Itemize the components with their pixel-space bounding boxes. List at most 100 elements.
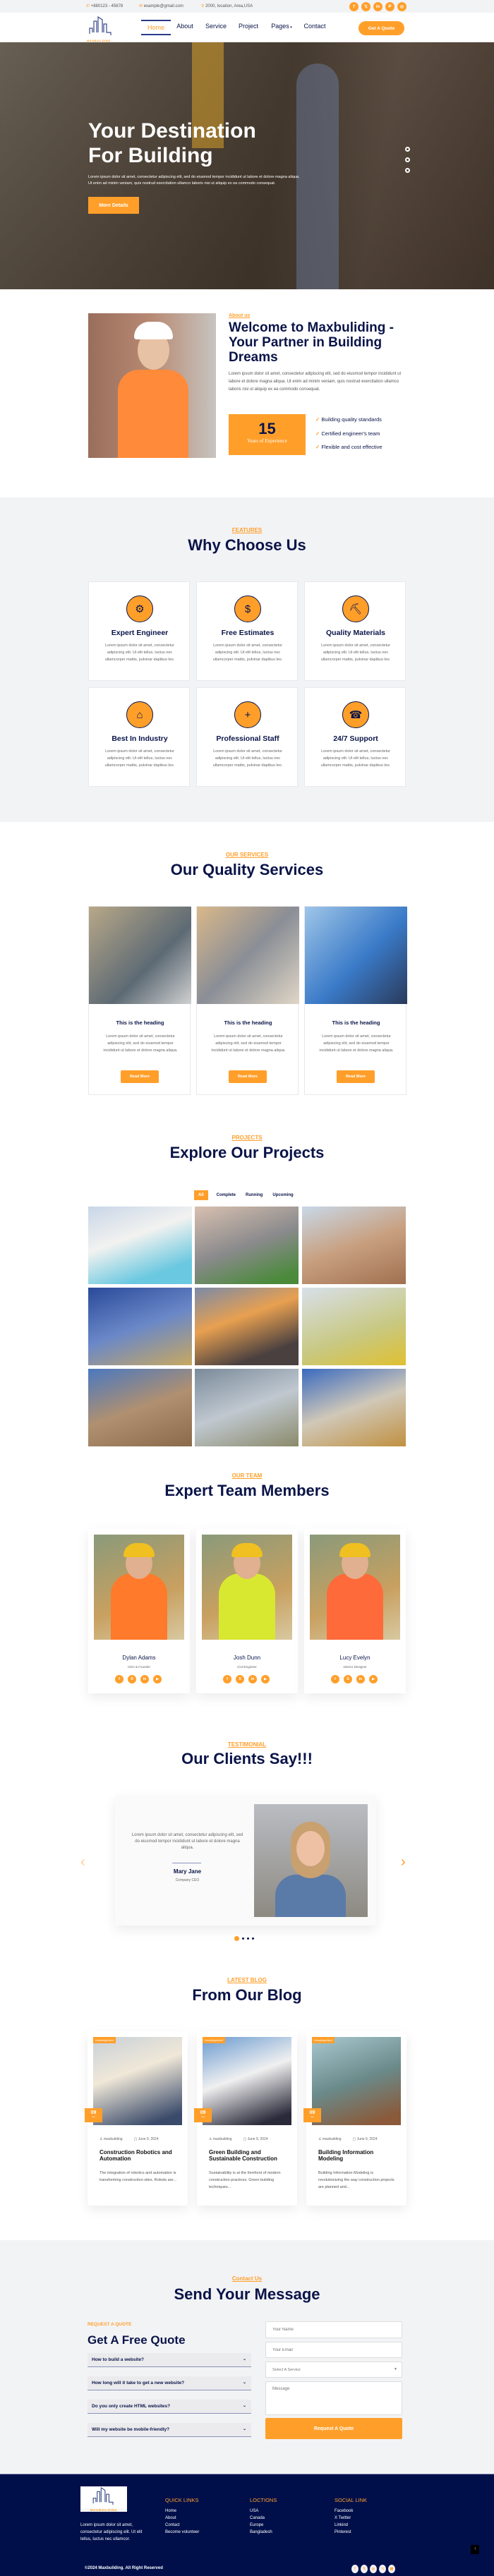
filter-upcoming[interactable]: Upcoming: [271, 1190, 294, 1200]
pinterest-icon[interactable]: P: [385, 2, 394, 11]
nav-item-home[interactable]: Home: [141, 20, 171, 35]
facebook-icon[interactable]: f: [331, 1675, 339, 1683]
name-input[interactable]: [265, 2321, 402, 2338]
footer-link[interactable]: Canada: [250, 2516, 327, 2523]
footer-link[interactable]: Contact: [165, 2523, 243, 2530]
footer-link[interactable]: Bangladesh: [250, 2530, 327, 2537]
youtube-icon[interactable]: ▶: [261, 1675, 270, 1683]
category-badge[interactable]: Uncategorized: [312, 2037, 335, 2043]
slider-dot[interactable]: [234, 1936, 239, 1941]
blog-image[interactable]: [93, 2037, 182, 2125]
project-image[interactable]: [88, 1369, 192, 1446]
linkedin-icon[interactable]: in: [140, 1675, 149, 1683]
footer-link[interactable]: Home: [165, 2509, 243, 2516]
filter-running[interactable]: Running: [244, 1190, 264, 1200]
filter-complete[interactable]: Complete: [215, 1190, 237, 1200]
blog-image[interactable]: [203, 2037, 291, 2125]
calendar-icon[interactable]: ▦: [388, 2565, 395, 2573]
filter-all[interactable]: All: [194, 1190, 208, 1200]
post-title[interactable]: Building Information Modeling: [318, 2149, 399, 2162]
slider-dot[interactable]: [405, 147, 410, 152]
service-select[interactable]: Select A Service ▼: [265, 2362, 402, 2378]
feature-text: Lorem ipsum dolor sit amet, consectetur …: [212, 643, 283, 662]
faq-item[interactable]: Will my website be mobile-friendly? ⌄: [88, 2423, 251, 2437]
skype-icon[interactable]: S: [344, 1675, 352, 1683]
read-more-button[interactable]: Read More: [121, 1070, 159, 1083]
footer-link[interactable]: Facebook: [335, 2509, 412, 2516]
read-more-button[interactable]: Read More: [229, 1070, 267, 1083]
footer-link[interactable]: Linkind: [335, 2523, 412, 2530]
github-icon[interactable]: ⌥: [379, 2565, 386, 2573]
slider-dot[interactable]: [252, 1937, 254, 1940]
footer-link[interactable]: X Twitter: [335, 2516, 412, 2523]
facebook-icon[interactable]: f: [351, 2565, 359, 2573]
post-title[interactable]: Construction Robotics and Automation: [100, 2149, 181, 2162]
faq-item[interactable]: How long will it take to get a new websi…: [88, 2376, 251, 2390]
instagram-icon[interactable]: ◎: [397, 2, 406, 11]
skype-icon[interactable]: S: [236, 1675, 244, 1683]
post-title[interactable]: Green Building and Sustainable Construct…: [209, 2149, 290, 2162]
nav-item-contact[interactable]: Contact: [299, 20, 330, 35]
footer-link[interactable]: USA: [250, 2509, 327, 2516]
get-a-quote-button[interactable]: Get A Quote: [359, 21, 404, 35]
x-icon[interactable]: 𝕏: [361, 2565, 368, 2573]
email-text[interactable]: example@gmail.com: [144, 4, 183, 8]
post-author[interactable]: maxbuilding: [213, 2137, 232, 2141]
footer-link[interactable]: Become volunteer: [165, 2530, 243, 2537]
faq-question: Will my website be mobile-friendly?: [92, 2427, 170, 2432]
category-badge[interactable]: Uncategorized: [93, 2037, 116, 2043]
location-text: 2000, location, Area,USA: [205, 4, 253, 8]
project-image[interactable]: [195, 1207, 299, 1284]
more-details-button[interactable]: More Details: [88, 197, 139, 214]
x-icon[interactable]: 𝕏: [361, 2, 370, 11]
email-input[interactable]: [265, 2342, 402, 2358]
blog-image[interactable]: [312, 2037, 401, 2125]
project-image[interactable]: [195, 1288, 299, 1365]
facebook-icon[interactable]: f: [223, 1675, 231, 1683]
nav-item-project[interactable]: Project: [233, 20, 264, 35]
youtube-icon[interactable]: ▶: [369, 1675, 378, 1683]
project-image[interactable]: [195, 1369, 299, 1446]
project-image[interactable]: [302, 1207, 406, 1284]
next-arrow-icon[interactable]: ›: [401, 1854, 406, 1870]
slider-dot[interactable]: [405, 157, 410, 162]
nav-item-label: Contact: [303, 23, 326, 30]
footer-link[interactable]: Europe: [250, 2523, 327, 2530]
category-badge[interactable]: Uncategorized: [203, 2037, 225, 2043]
message-textarea[interactable]: [265, 2381, 402, 2415]
skype-icon[interactable]: S: [128, 1675, 136, 1683]
nav-item-pages[interactable]: Pages ▾: [264, 20, 299, 35]
nav-item-about[interactable]: About: [171, 20, 199, 35]
back-to-top-button[interactable]: ↑: [471, 2545, 479, 2554]
footer-column-title: SOCIAL LINK: [335, 2497, 367, 2503]
project-image[interactable]: [302, 1369, 406, 1446]
project-image[interactable]: [88, 1207, 192, 1284]
instagram-icon[interactable]: ◎: [370, 2565, 377, 2573]
post-author[interactable]: maxbuilding: [323, 2137, 342, 2141]
footer-logo[interactable]: MAXBUILDING: [80, 2486, 127, 2512]
slider-dot[interactable]: [247, 1937, 249, 1940]
prev-arrow-icon[interactable]: ‹: [80, 1854, 85, 1870]
linkedin-icon[interactable]: in: [248, 1675, 257, 1683]
footer-link[interactable]: Pinterest: [335, 2530, 412, 2537]
facebook-icon[interactable]: f: [115, 1675, 124, 1683]
youtube-icon[interactable]: ▶: [153, 1675, 162, 1683]
slider-dot[interactable]: [242, 1937, 244, 1940]
footer-column: LOCTIONS USA Canada Europe Bangladesh: [250, 2497, 327, 2537]
request-quote-button[interactable]: Request A Quote: [265, 2418, 402, 2439]
testimonial-section: TESTIMONIAL Our Clients Say!!! ‹ › Lorem…: [0, 1736, 494, 1961]
facebook-icon[interactable]: f: [349, 2, 359, 11]
slider-dot[interactable]: [405, 168, 410, 173]
footer-link[interactable]: About: [165, 2516, 243, 2523]
post-author[interactable]: maxbuilding: [104, 2137, 123, 2141]
logo[interactable]: MAXBUILDING: [87, 16, 115, 42]
project-image[interactable]: [302, 1288, 406, 1365]
contact-label: Contact Us: [231, 2275, 263, 2282]
read-more-button[interactable]: Read More: [337, 1070, 375, 1083]
linkedin-icon[interactable]: in: [373, 2, 382, 11]
nav-item-service[interactable]: Service: [199, 20, 233, 35]
linkedin-icon[interactable]: in: [356, 1675, 365, 1683]
project-image[interactable]: [88, 1288, 192, 1365]
faq-item[interactable]: How to build a website? ⌄: [88, 2353, 251, 2367]
faq-item[interactable]: Do you only create HTML websites? ⌄: [88, 2400, 251, 2414]
